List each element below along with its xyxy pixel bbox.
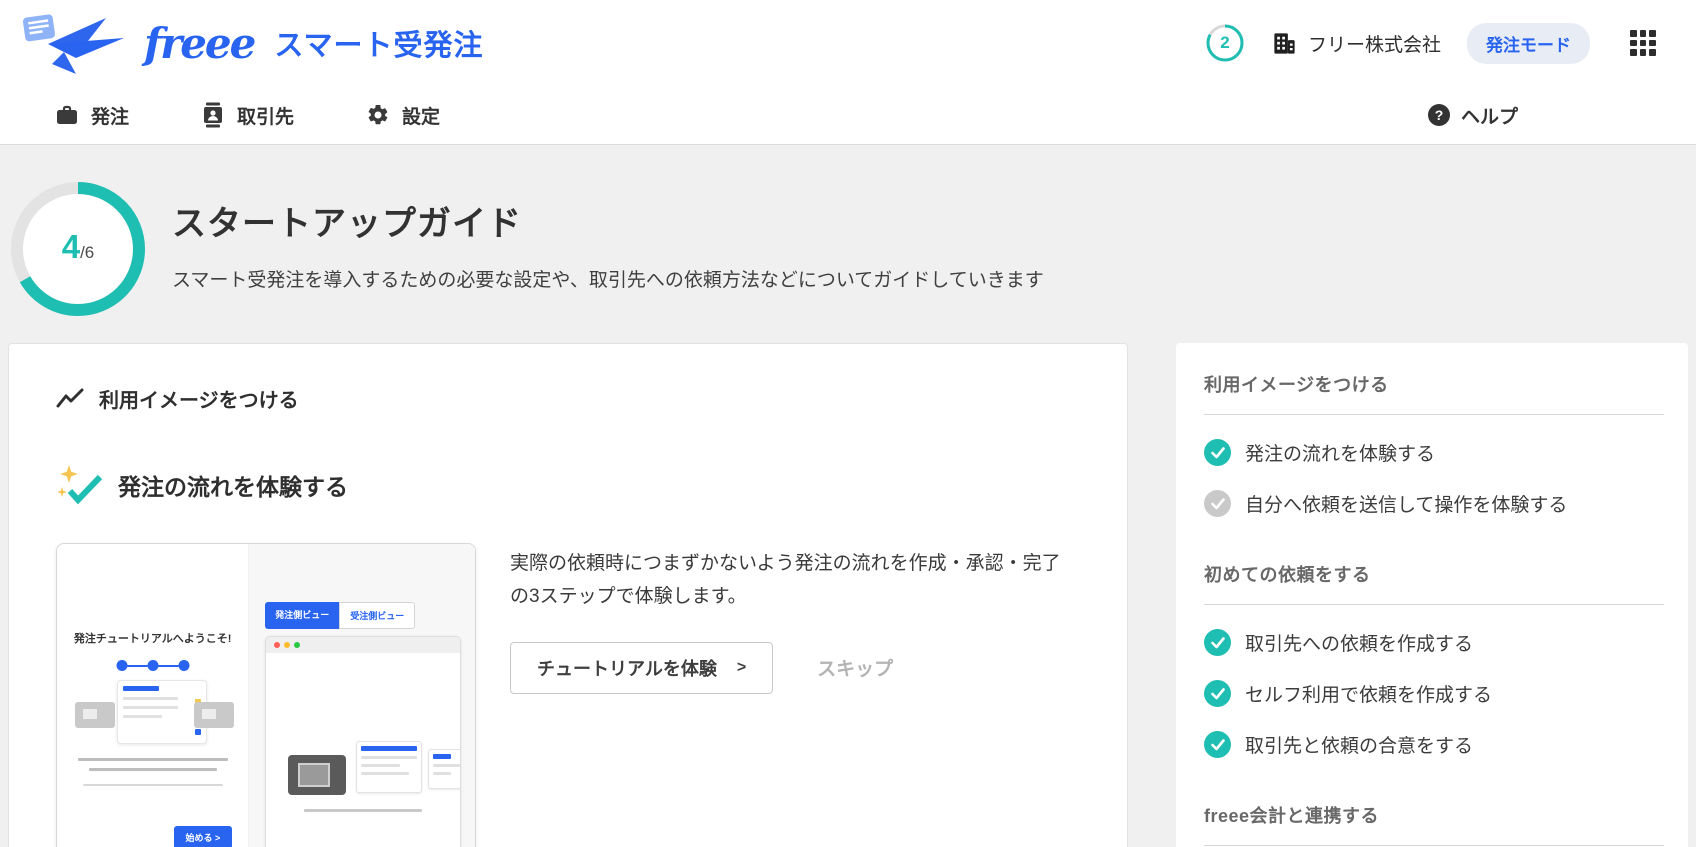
nav-item-partners[interactable]: 取引先 [201, 102, 294, 129]
laptop-graphic [194, 702, 235, 728]
check-done-icon [1204, 731, 1231, 758]
help-icon: ? [1427, 104, 1450, 126]
nav-label: 取引先 [237, 106, 295, 128]
nav-item-orders[interactable]: 発注 [55, 102, 129, 129]
main-nav: 発注 取引先 設定 ? ヘルプ [0, 86, 1696, 145]
briefcase-icon [57, 105, 77, 124]
company-selector[interactable]: フリー株式会社 [1271, 30, 1441, 57]
progress-current: 4 [61, 228, 81, 265]
start-tutorial-button[interactable]: チュートリアルを体験 > [510, 641, 774, 694]
trend-line-icon [56, 388, 84, 407]
skip-button[interactable]: スキップ [817, 654, 893, 681]
page-title: スタートアップガイド [172, 205, 522, 243]
product-name: スマート受発注 [274, 30, 484, 62]
thumbnail-start-button: 始める > [173, 826, 233, 847]
thumbnail-welcome-pane: 発注チュートリアルへようこそ! 始める > [57, 544, 250, 847]
checklist-section-title: 利用イメージをつける [1204, 375, 1389, 395]
guide-progress-badge[interactable]: 2 [1205, 23, 1245, 63]
svg-text:?: ? [1435, 107, 1444, 123]
guide-header: 4 /6 スタートアップガイド スマート受発注を導入するための必要な設定や、取引… [0, 145, 1696, 343]
checklist-item-label: 取引先と依頼の合意をする [1245, 736, 1474, 757]
thumbnail-tab-orderer: 発注側ビュー [265, 602, 340, 629]
check-done-icon [1204, 680, 1231, 707]
nav-label: 発注 [91, 106, 130, 128]
check-done-icon [1204, 439, 1231, 466]
divider [1204, 414, 1664, 415]
checklist-item[interactable]: 自分へ依頼を送信して操作を体験する [1204, 490, 1664, 517]
chevron-right-icon: > [736, 658, 747, 676]
sparkle-check-icon [57, 465, 103, 505]
task-title: 発注の流れを体験する [118, 474, 348, 500]
checklist-section-title: freee会計と連携する [1204, 806, 1380, 826]
building-icon [1274, 32, 1295, 54]
product-script-name: freee [144, 18, 256, 68]
checklist-item-label: セルフ利用で依頼を作成する [1245, 685, 1493, 706]
checklist-item[interactable]: 発注の流れを体験する [1204, 439, 1664, 466]
company-name: フリー株式会社 [1307, 34, 1441, 56]
checklist-item[interactable]: 取引先への依頼を作成する [1204, 629, 1664, 656]
apps-grid-icon[interactable] [1630, 30, 1656, 56]
gear-icon [368, 104, 388, 125]
nav-label: 設定 [402, 106, 441, 128]
stepper-graphic [116, 660, 190, 671]
divider [1204, 604, 1664, 605]
checklist-item-label: 発注の流れを体験する [1245, 444, 1436, 465]
help-label: ヘルプ [1460, 106, 1518, 128]
guide-progress-ring: 4 /6 [10, 181, 146, 317]
browser-mock-graphic [265, 636, 461, 847]
notification-count: 2 [1220, 33, 1230, 52]
app-logo[interactable]: freee スマート受発注 [20, 12, 484, 74]
task-description: 実際の依頼時につまずかないよう発注の流れを作成・承認・完了の3ステップで体験しま… [510, 553, 1061, 608]
tutorial-thumbnail: 発注チュートリアルへようこそ! 始める > 発注側ビュー 受注側ビュー [56, 543, 476, 847]
guide-step-card: 利用イメージをつける 発注の流れを体験する 発注チュートリアルへようこそ! 始め… [8, 343, 1128, 847]
app-page: freee スマート受発注 2 フリー株式会社 発注モード 発注 取引先 設定 … [0, 0, 1696, 847]
checklist-section-title: 初めての依頼をする [1204, 565, 1371, 585]
help-link[interactable]: ? ヘルプ [1427, 102, 1518, 129]
checklist-item[interactable]: セルフ利用で依頼を作成する [1204, 680, 1664, 707]
header-right-cluster: 2 フリー株式会社 発注モード [1205, 22, 1656, 64]
divider [1204, 845, 1664, 846]
thumbnail-preview-pane: 発注側ビュー 受注側ビュー [249, 544, 475, 847]
thumbnail-tab-receiver: 受注側ビュー [339, 602, 416, 629]
checklist-item-label: 自分へ依頼を送信して操作を体験する [1245, 495, 1568, 516]
thumbnail-welcome-title: 発注チュートリアルへようこそ! [73, 633, 232, 645]
nav-item-settings[interactable]: 設定 [366, 102, 440, 129]
checklist-item-label: 取引先への依頼を作成する [1245, 634, 1474, 655]
page-description: スマート受発注を導入するための必要な設定や、取引先への依頼方法などについてガイド… [172, 270, 1044, 291]
section-title: 利用イメージをつける [99, 390, 299, 412]
check-todo-icon [1204, 490, 1231, 517]
freee-swallow-logo-icon [22, 14, 124, 74]
laptop-graphic [75, 702, 115, 728]
guide-checklist-sidebar: 利用イメージをつける 発注の流れを体験する 自分へ依頼を送信して操作を体験する … [1176, 343, 1688, 847]
check-done-icon [1204, 629, 1231, 656]
contact-card-icon [204, 102, 223, 128]
progress-total: /6 [80, 243, 95, 262]
content-area: 利用イメージをつける 発注の流れを体験する 発注チュートリアルへようこそ! 始め… [0, 343, 1696, 847]
mode-badge: 発注モード [1467, 22, 1590, 64]
app-header: freee スマート受発注 2 フリー株式会社 発注モード [0, 0, 1696, 86]
checklist-item[interactable]: 取引先と依頼の合意をする [1204, 731, 1664, 758]
